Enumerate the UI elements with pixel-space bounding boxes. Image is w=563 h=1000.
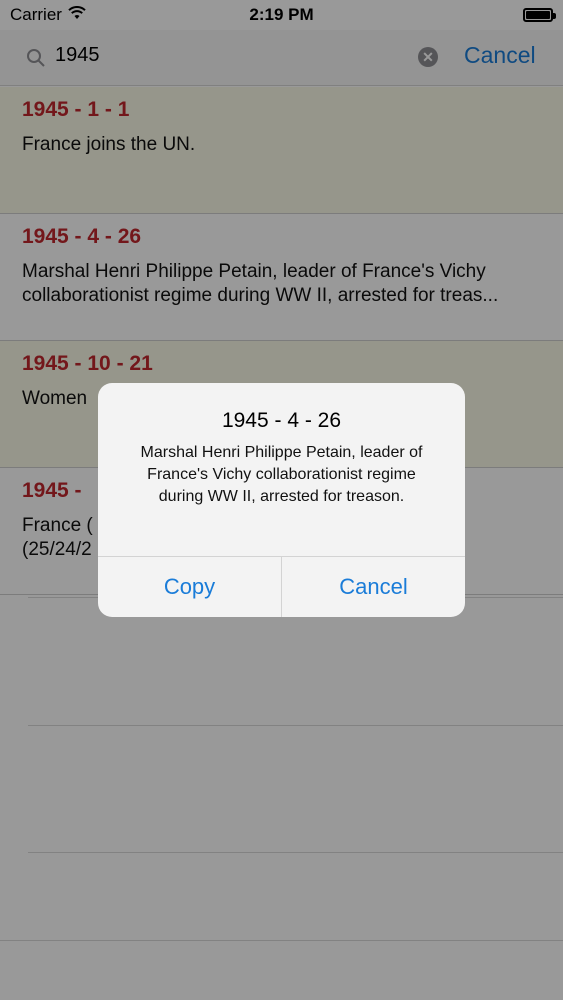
alert-title: 1945 - 4 - 26: [221, 409, 342, 432]
copy-button[interactable]: Copy: [98, 557, 281, 617]
alert-message: Marshal Henri Philippe Petain, leader of…: [140, 444, 423, 505]
alert-dialog: 1945 - 4 - 26 Marshal Henri Philippe Pet…: [98, 383, 465, 617]
alert-cancel-button[interactable]: Cancel: [282, 557, 465, 617]
